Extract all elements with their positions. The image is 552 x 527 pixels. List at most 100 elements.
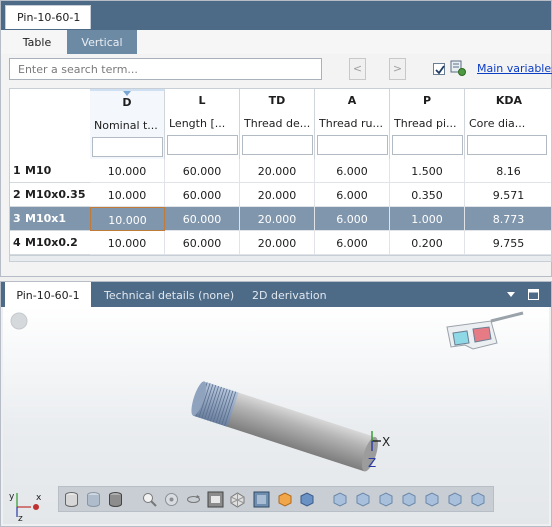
tab-vertical[interactable]: Vertical xyxy=(67,30,137,54)
navigation-circle-icon[interactable] xyxy=(10,312,28,330)
table-cell[interactable]: 6.000 xyxy=(315,207,390,231)
variables-settings-icon[interactable] xyxy=(450,60,466,76)
tab-pin-10-60-1[interactable]: Pin-10-60-1 xyxy=(5,5,91,29)
column-filter-input[interactable] xyxy=(392,135,463,155)
row-name: M10x1 xyxy=(25,212,67,225)
column-filter-input[interactable] xyxy=(92,137,163,157)
tab-pin-10-60-1-3d[interactable]: Pin-10-60-1 xyxy=(5,282,91,307)
tab-2d-derivation[interactable]: 2D derivation xyxy=(252,282,327,307)
table-cell[interactable]: 6.000 xyxy=(315,183,390,207)
column-code: KDA xyxy=(495,94,523,107)
table-cell[interactable]: 10.000 xyxy=(90,183,165,207)
table-cell[interactable]: 1.500 xyxy=(390,159,465,183)
shaded-blue-icon[interactable] xyxy=(298,491,315,508)
dropdown-icon[interactable] xyxy=(507,292,515,297)
row-header[interactable]: 2 M10x0.35 xyxy=(10,183,90,207)
viewer-toolbar xyxy=(58,486,494,512)
row-header-selected[interactable]: 3 M10x1 xyxy=(10,207,90,231)
pin-3d-model[interactable] xyxy=(188,380,381,473)
row-header[interactable]: 1 M10 xyxy=(10,159,90,183)
wireframe-icon[interactable] xyxy=(229,491,246,508)
table-cell[interactable]: 20.000 xyxy=(240,207,315,231)
pan-icon[interactable] xyxy=(163,491,180,508)
table-cell[interactable]: 60.000 xyxy=(165,183,240,207)
table-cell[interactable]: 9.571 xyxy=(465,183,551,207)
table-cell[interactable]: 60.000 xyxy=(165,231,240,255)
search-input[interactable]: Enter a search term... xyxy=(9,58,322,80)
main-variables-checkbox[interactable] xyxy=(433,63,445,75)
cylinder-shaded-icon[interactable] xyxy=(85,491,102,508)
fit-view-icon[interactable] xyxy=(207,491,224,508)
main-variables-link[interactable]: Main variables xyxy=(477,62,552,75)
table-cell[interactable]: 10.000 xyxy=(90,159,165,183)
column-filter-input[interactable] xyxy=(167,135,238,155)
tab-table[interactable]: Table xyxy=(9,30,65,54)
view-back-icon[interactable] xyxy=(354,491,371,508)
shaded-orange-icon[interactable] xyxy=(276,491,293,508)
tab-technical-details[interactable]: Technical details (none) xyxy=(104,282,234,307)
stereo-glasses-icon[interactable] xyxy=(446,311,524,350)
triad-label-y: y xyxy=(9,492,15,502)
column-description: Length [... xyxy=(169,117,226,130)
view-right-icon[interactable] xyxy=(400,491,417,508)
zoom-icon[interactable] xyxy=(141,491,158,508)
column-header-a[interactable]: A Thread ru... xyxy=(315,89,390,159)
table-cell[interactable]: 8.16 xyxy=(465,159,551,183)
view-top-icon[interactable] xyxy=(423,491,440,508)
column-code: D xyxy=(122,96,132,109)
table-cell[interactable]: 60.000 xyxy=(165,207,240,231)
table-cell[interactable]: 20.000 xyxy=(240,231,315,255)
row-number: 4 xyxy=(13,236,21,249)
column-header-p[interactable]: P Thread pi... xyxy=(390,89,465,159)
table-cell[interactable]: 8.773 xyxy=(465,207,551,231)
next-button[interactable]: > xyxy=(389,58,406,80)
table-cell[interactable]: 6.000 xyxy=(315,231,390,255)
column-filter-input[interactable] xyxy=(242,135,313,155)
column-filter-input[interactable] xyxy=(467,135,547,155)
view-bottom-icon[interactable] xyxy=(446,491,463,508)
axis-label-x: X xyxy=(382,435,390,449)
row-name: M10x0.35 xyxy=(25,188,86,201)
view-left-icon[interactable] xyxy=(377,491,394,508)
axis-label-z: Z xyxy=(368,456,376,470)
table-cell[interactable]: 6.000 xyxy=(315,159,390,183)
column-description: Thread de... xyxy=(244,117,311,130)
horizontal-scrollbar[interactable] xyxy=(10,255,551,261)
column-header-l[interactable]: L Length [... xyxy=(165,89,240,159)
table-cell-focused[interactable]: 10.000 xyxy=(90,207,165,231)
row-name: M10x0.2 xyxy=(25,236,78,249)
column-header-kda[interactable]: KDA Core dia... xyxy=(465,89,551,159)
column-code: L xyxy=(198,94,206,107)
column-description: Core dia... xyxy=(469,117,526,130)
column-description: Thread ru... xyxy=(319,117,383,130)
column-description: Nominal t... xyxy=(94,119,158,132)
table-cell[interactable]: 20.000 xyxy=(240,159,315,183)
column-code: A xyxy=(347,94,357,107)
table-cell[interactable]: 0.350 xyxy=(390,183,465,207)
table-cell[interactable]: 10.000 xyxy=(90,231,165,255)
table-cell[interactable]: 60.000 xyxy=(165,159,240,183)
row-header[interactable]: 4 M10x0.2 xyxy=(10,231,90,255)
view-iso-icon[interactable] xyxy=(469,491,486,508)
table-pane: Pin-10-60-1 Table Vertical Enter a searc… xyxy=(0,0,552,277)
column-code: TD xyxy=(268,94,286,107)
view-front-icon[interactable] xyxy=(331,491,348,508)
column-description: Thread pi... xyxy=(394,117,457,130)
cylinder-view-icon[interactable] xyxy=(63,491,80,508)
column-header-td[interactable]: TD Thread de... xyxy=(240,89,315,159)
table-cell[interactable]: 1.000 xyxy=(390,207,465,231)
view-tab-strip: Table Vertical xyxy=(1,30,551,54)
table-cell[interactable]: 20.000 xyxy=(240,183,315,207)
maximize-icon[interactable] xyxy=(528,289,539,300)
table-cell[interactable]: 0.200 xyxy=(390,231,465,255)
column-filter-input[interactable] xyxy=(317,135,388,155)
cylinder-solid-icon[interactable] xyxy=(107,491,124,508)
rotate-icon[interactable] xyxy=(185,491,202,508)
column-header-d[interactable]: D Nominal t... xyxy=(90,89,165,159)
checkmark-icon xyxy=(435,65,445,75)
row-number: 2 xyxy=(13,188,21,201)
shaded-with-edges-icon[interactable] xyxy=(253,491,270,508)
previous-button[interactable]: < xyxy=(349,58,366,80)
table-cell[interactable]: 9.755 xyxy=(465,231,551,255)
viewer-tab-strip: Pin-10-60-1 Technical details (none) 2D … xyxy=(1,282,551,307)
